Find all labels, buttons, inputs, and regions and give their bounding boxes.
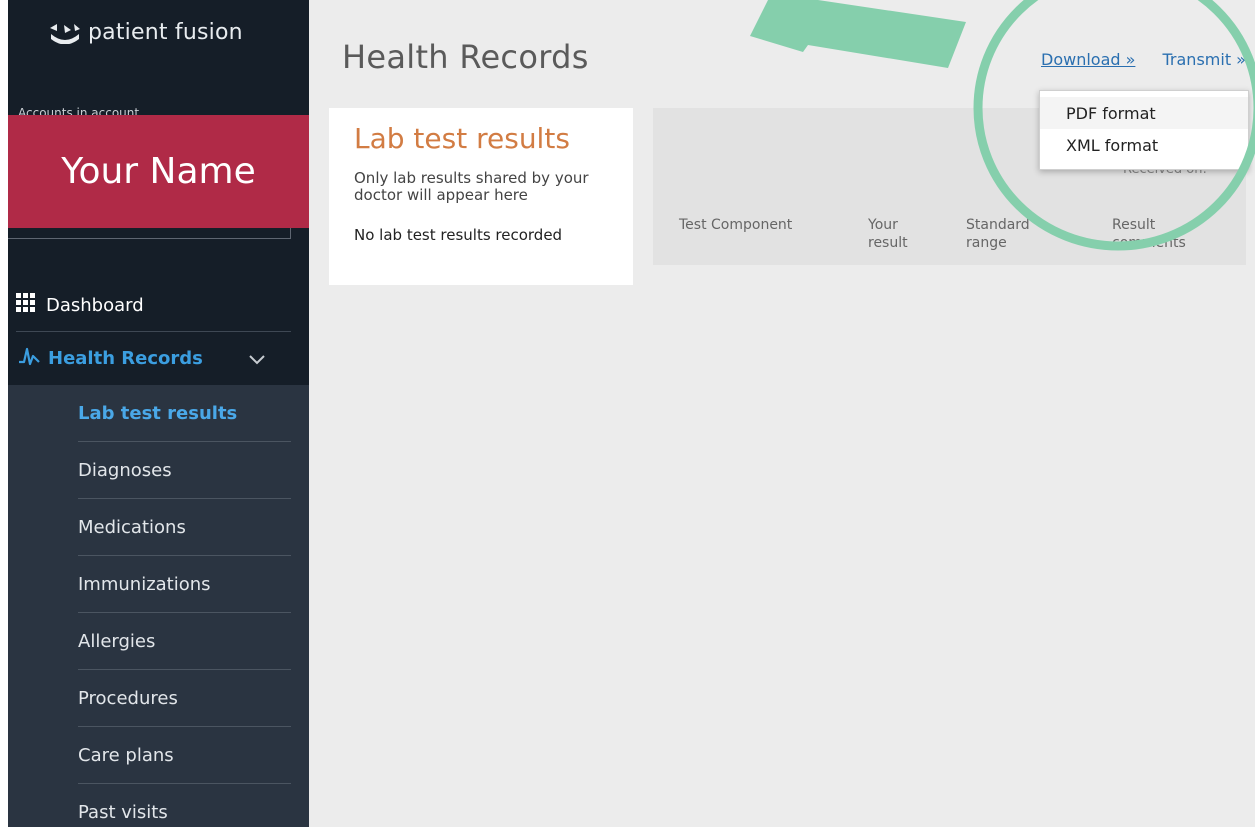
- user-name: Your Name: [61, 151, 256, 192]
- sidebar-item-label: Care plans: [78, 744, 174, 766]
- nav-dashboard-label: Dashboard: [46, 294, 144, 316]
- transmit-link[interactable]: Transmit »: [1163, 50, 1246, 69]
- sidebar-item-care-plans[interactable]: Care plans: [78, 727, 291, 784]
- sidebar-item-procedures[interactable]: Procedures: [78, 670, 291, 727]
- lab-card-subtitle: Only lab results shared by your doctor w…: [354, 169, 589, 204]
- user-name-box[interactable]: Your Name: [8, 115, 309, 228]
- chevron-down-icon[interactable]: [248, 350, 266, 371]
- brand[interactable]: patient fusion: [48, 20, 243, 45]
- column-header-standard-range: Standard range: [966, 217, 1030, 251]
- nav-health-records[interactable]: Health Records: [8, 332, 309, 384]
- sidebar: patient fusion Accounts in account Your …: [8, 0, 309, 827]
- patient-fusion-logo-icon: [48, 22, 82, 44]
- sidebar-item-label: Medications: [78, 516, 186, 538]
- sidebar-item-label: Immunizations: [78, 573, 211, 595]
- sidebar-item-immunizations[interactable]: Immunizations: [78, 556, 291, 613]
- sidebar-item-past-visits[interactable]: Past visits: [78, 784, 291, 827]
- column-header-test-component: Test Component: [679, 217, 793, 233]
- sidebar-item-medications[interactable]: Medications: [78, 499, 291, 556]
- pulse-icon: [18, 346, 40, 371]
- sidebar-item-label: Past visits: [78, 801, 168, 823]
- sidebar-item-lab-test-results[interactable]: Lab test results: [78, 385, 291, 442]
- download-format-menu: PDF format XML format: [1039, 90, 1249, 170]
- account-selector-border: [8, 228, 291, 239]
- grid-icon: [16, 292, 36, 318]
- sidebar-item-label: Diagnoses: [78, 459, 172, 481]
- menu-item-pdf-format[interactable]: PDF format: [1040, 97, 1248, 129]
- column-header-result-comments: Result comments: [1112, 217, 1186, 251]
- screenshot-frame: patient fusion Accounts in account Your …: [8, 0, 1255, 827]
- sidebar-item-label: Lab test results: [78, 402, 238, 424]
- column-header-your-result: Your result: [868, 217, 908, 251]
- sidebar-item-label: Allergies: [78, 630, 156, 652]
- menu-item-xml-format[interactable]: XML format: [1040, 129, 1248, 161]
- main-content: Health Records Download » Transmit » Lab…: [309, 0, 1255, 827]
- health-records-subnav: Lab test results Diagnoses Medications I…: [78, 385, 291, 827]
- page-title: Health Records: [342, 38, 589, 76]
- nav-dashboard[interactable]: Dashboard: [8, 280, 309, 330]
- lab-empty-message: No lab test results recorded: [354, 226, 563, 244]
- nav-health-records-label: Health Records: [48, 347, 203, 369]
- brand-name: patient fusion: [88, 20, 243, 45]
- sidebar-item-label: Procedures: [78, 687, 178, 709]
- download-link[interactable]: Download »: [1041, 50, 1135, 69]
- record-actions: Download » Transmit »: [1041, 50, 1246, 69]
- sidebar-item-allergies[interactable]: Allergies: [78, 613, 291, 670]
- lab-results-card: Lab test results Only lab results shared…: [329, 108, 633, 285]
- sidebar-item-diagnoses[interactable]: Diagnoses: [78, 442, 291, 499]
- lab-card-title: Lab test results: [354, 122, 570, 155]
